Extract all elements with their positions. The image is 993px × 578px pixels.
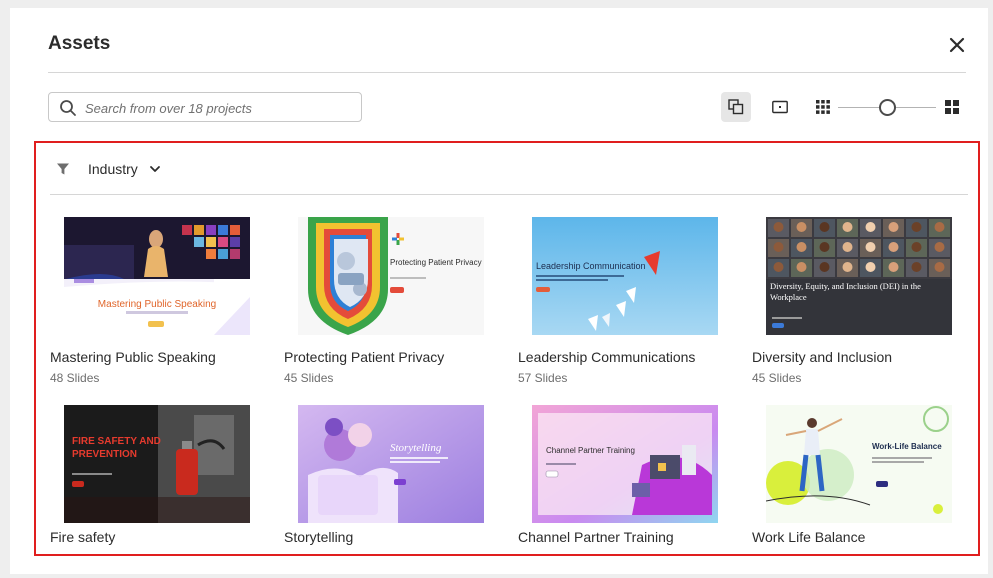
search-input[interactable]	[83, 96, 357, 120]
project-name: Mastering Public Speaking	[50, 349, 216, 365]
chevron-down-icon	[150, 166, 160, 172]
copy-layers-icon	[728, 99, 744, 115]
project-thumbnail: Work-Life Balance	[766, 405, 952, 523]
project-thumbnail: Leadership Communication	[532, 217, 718, 335]
filter-label: Industry	[88, 161, 138, 177]
project-name: Work Life Balance	[752, 529, 866, 545]
project-thumbnail: Mastering Public Speaking	[64, 217, 250, 335]
project-name: Fire safety	[50, 529, 116, 545]
project-thumbnail: Protecting Patient Privacy	[298, 217, 484, 335]
project-name: Storytelling	[284, 529, 354, 545]
project-name: Channel Partner Training	[518, 529, 674, 545]
filter-divider	[50, 194, 968, 195]
large-grid-icon	[945, 100, 959, 114]
header-divider	[48, 72, 966, 73]
project-thumbnail: FIRE SAFETY AND PREVENTION	[64, 405, 250, 523]
assets-dialog: Assets Industry	[10, 8, 988, 574]
project-name: Leadership Communications	[518, 349, 696, 365]
slide-count: 45 Slides	[752, 371, 802, 385]
thumbnail-title: Mastering Public Speaking	[98, 299, 216, 310]
slide-preview-button[interactable]	[765, 92, 795, 122]
search-icon	[60, 100, 76, 116]
thumbnail-title: Channel Partner Training	[546, 446, 635, 455]
filter-icon	[57, 163, 69, 175]
large-grid-button[interactable]	[937, 92, 967, 122]
thumbnail-title: Work-Life Balance	[872, 442, 942, 451]
thumbnail-title: Diversity, Equity, and Inclusion (DEI) i…	[770, 281, 921, 302]
thumbnail-title: Protecting Patient Privacy	[390, 258, 482, 267]
slider-thumb[interactable]	[879, 99, 896, 116]
slide-count: 57 Slides	[518, 371, 568, 385]
slide-count: 45 Slides	[284, 371, 334, 385]
project-name: Diversity and Inclusion	[752, 349, 893, 365]
industry-filter-button[interactable]: Industry	[56, 160, 176, 180]
projects-panel: Industry Mastering Public Speaking Maste…	[34, 141, 980, 556]
dialog-title: Assets	[48, 33, 111, 54]
thumbnail-title: Leadership Communication	[536, 261, 646, 271]
close-icon[interactable]	[946, 34, 968, 56]
thumbnail-title: Storytelling	[390, 442, 442, 454]
thumbnail-title: FIRE SAFETY AND PREVENTION	[72, 436, 161, 460]
slide-preview-icon	[772, 100, 788, 114]
search-box[interactable]	[48, 92, 362, 122]
copy-layers-button[interactable]	[721, 92, 751, 122]
project-name: Protecting Patient Privacy	[284, 349, 445, 365]
small-grid-icon	[816, 100, 830, 114]
small-grid-button[interactable]	[808, 92, 838, 122]
slide-count: 48 Slides	[50, 371, 100, 385]
project-thumbnail: Storytelling	[298, 405, 484, 523]
project-thumbnail: Diversity, Equity, and Inclusion (DEI) i…	[766, 217, 952, 335]
project-thumbnail: Channel Partner Training	[532, 405, 718, 523]
